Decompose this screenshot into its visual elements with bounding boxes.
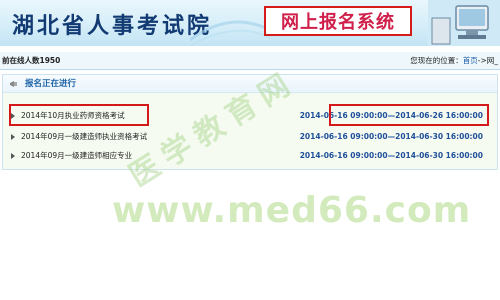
computer-icon — [428, 0, 500, 46]
highlight-box-exam-name — [9, 104, 149, 126]
exam-row[interactable]: 2014年09月一级建造师相应专业 2014-06-16 09:00:00—20… — [11, 149, 491, 163]
exam-name-link[interactable]: 2014年09月一级建造师执业资格考试 — [21, 130, 147, 144]
site-title: 湖北省人事考试院 — [12, 13, 213, 39]
highlight-box-period — [329, 104, 489, 126]
breadcrumb: 您现在的位置：首页->网_ — [410, 52, 498, 70]
site-header: 湖北省人事考试院 网上报名系统 — [0, 0, 500, 46]
exam-name-link[interactable]: 2014年09月一级建造师相应专业 — [21, 149, 132, 163]
registration-period: 2014-06-16 09:00:00—2014-06-30 16:00:00 — [299, 151, 483, 160]
megaphone-icon — [10, 81, 17, 87]
registration-period: 2014-06-16 09:00:00—2014-06-30 16:00:00 — [299, 132, 483, 141]
breadcrumb-home-link[interactable]: 首页 — [463, 56, 478, 65]
arrow-right-icon — [11, 153, 15, 159]
status-bar: 前在线人数1950 您现在的位置：首页->网_ — [0, 52, 500, 70]
breadcrumb-rest: ->网_ — [477, 56, 498, 65]
system-title: 网上报名系统 — [281, 12, 395, 33]
watermark-url: www.med66.com — [112, 190, 472, 231]
swoosh-decoration — [190, 20, 270, 46]
system-title-box: 网上报名系统 — [264, 6, 412, 36]
location-label: 您现在的位置： — [410, 56, 463, 65]
online-count: 前在线人数1950 — [2, 56, 61, 65]
exam-row[interactable]: 2014年09月一级建造师执业资格考试 2014-06-16 09:00:00—… — [11, 130, 491, 144]
arrow-right-icon — [11, 134, 15, 140]
panel-title: 报名正在进行 — [25, 79, 77, 89]
